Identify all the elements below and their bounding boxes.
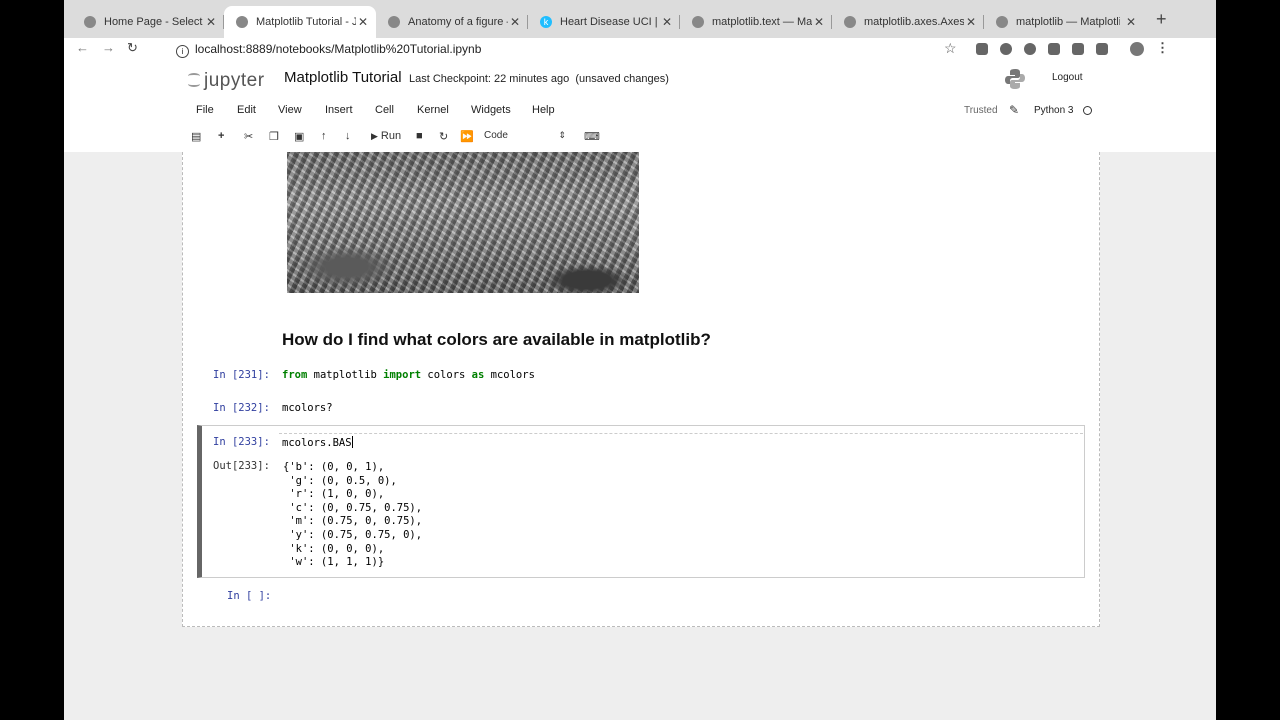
browser-window: Home Page - Select or✕ Matplotlib Tutori…: [64, 0, 1216, 720]
jupyter-logo-icon: [188, 72, 200, 87]
copy-icon[interactable]: ❐: [269, 130, 279, 143]
browser-tab[interactable]: kHeart Disease UCI | Kaggle✕: [528, 6, 680, 38]
close-tab-icon[interactable]: ✕: [1126, 15, 1136, 29]
extension-icon[interactable]: [1072, 43, 1084, 55]
bookmark-star-icon[interactable]: ☆: [944, 40, 957, 57]
menu-view[interactable]: View: [278, 104, 302, 116]
profile-avatar[interactable]: [1130, 42, 1144, 56]
python-logo-icon: [1005, 69, 1025, 89]
code-cell-input[interactable]: mcolors?: [282, 402, 333, 414]
extension-icon[interactable]: [1000, 43, 1012, 55]
markdown-heading: How do I find what colors are available …: [282, 330, 711, 349]
menu-kernel[interactable]: Kernel: [417, 104, 449, 116]
move-up-icon[interactable]: ↑: [321, 130, 327, 142]
browser-menu-icon[interactable]: ⋮: [1156, 40, 1169, 56]
page-icon: [844, 16, 856, 28]
move-down-icon[interactable]: ↓: [345, 130, 351, 142]
page-icon: [388, 16, 400, 28]
browser-tab[interactable]: Home Page - Select or✕: [72, 6, 224, 38]
insert-cell-icon[interactable]: +: [218, 130, 224, 142]
extension-icon[interactable]: [1096, 43, 1108, 55]
select-arrows-icon: ⇕: [558, 130, 566, 140]
cell-output: {'b': (0, 0, 1), 'g': (0, 0.5, 0), 'r': …: [283, 461, 422, 570]
input-prompt: In [233]:: [213, 436, 270, 448]
close-tab-icon[interactable]: ✕: [966, 15, 976, 29]
notebook-container: How do I find what colors are available …: [182, 152, 1100, 627]
close-tab-icon[interactable]: ✕: [206, 15, 216, 29]
code-cell-input[interactable]: from matplotlib import colors as mcolors: [282, 369, 535, 381]
browser-tab[interactable]: matplotlib.axes.Axes.text✕: [832, 6, 984, 38]
edit-mode-pencil-icon: ✎: [1009, 103, 1020, 117]
close-tab-icon[interactable]: ✕: [358, 15, 368, 29]
close-tab-icon[interactable]: ✕: [662, 15, 672, 29]
input-prompt: In [232]:: [213, 402, 270, 414]
output-line: {'b': (0, 0, 1),: [283, 461, 385, 473]
restart-icon[interactable]: ↻: [439, 130, 448, 143]
extension-icon[interactable]: [1048, 43, 1060, 55]
page-icon: [996, 16, 1008, 28]
empty-code-cell[interactable]: [282, 590, 1062, 603]
menu-file[interactable]: File: [196, 104, 214, 116]
address-bar: ← → ↻ i localhost:8889/notebooks/Matplotl…: [64, 38, 1216, 62]
interrupt-icon[interactable]: ■: [416, 130, 423, 142]
output-line: 'g': (0, 0.5, 0),: [283, 474, 397, 487]
output-line: 'y': (0.75, 0.75, 0),: [283, 528, 423, 541]
run-button[interactable]: ▶ Run: [371, 130, 401, 142]
menu-insert[interactable]: Insert: [325, 104, 353, 116]
menu-help[interactable]: Help: [532, 104, 555, 116]
code-cell-input-active[interactable]: mcolors.BAS: [282, 436, 353, 449]
reload-icon[interactable]: ↻: [127, 40, 138, 56]
extension-icon[interactable]: [976, 43, 988, 55]
menu-widgets[interactable]: Widgets: [471, 104, 511, 116]
close-tab-icon[interactable]: ✕: [814, 15, 824, 29]
browser-tab-active[interactable]: Matplotlib Tutorial - Jupyter✕: [224, 6, 376, 38]
output-prompt: Out[233]:: [213, 460, 270, 472]
output-image: [287, 152, 639, 293]
page-icon: [84, 16, 96, 28]
jupyter-logo[interactable]: jupyter: [188, 70, 265, 92]
input-prompt: In [ ]:: [227, 590, 272, 602]
input-prompt: In [231]:: [213, 369, 270, 381]
new-tab-icon[interactable]: +: [1156, 9, 1167, 30]
run-icon: ▶: [371, 131, 378, 141]
paste-icon[interactable]: ▣: [294, 130, 304, 143]
save-icon[interactable]: ▤: [191, 130, 201, 143]
back-icon[interactable]: ←: [76, 40, 89, 55]
tab-strip: Home Page - Select or✕ Matplotlib Tutori…: [64, 0, 1216, 38]
restart-run-all-icon[interactable]: ⏩: [460, 130, 474, 143]
browser-tab[interactable]: matplotlib — Matplotlib ✕: [984, 6, 1144, 38]
output-line: 'm': (0.75, 0, 0.75),: [283, 515, 423, 528]
output-line: 'r': (1, 0, 0),: [283, 488, 385, 501]
checkpoint-status: Last Checkpoint: 22 minutes ago (unsaved…: [409, 73, 669, 85]
cell-type-select[interactable]: Code ⇕: [484, 130, 566, 141]
output-line: 'c': (0, 0.75, 0.75),: [283, 501, 423, 514]
url-field[interactable]: i localhost:8889/notebooks/Matplotlib%20T…: [176, 42, 481, 58]
notebook-area: How do I find what colors are available …: [64, 152, 1216, 720]
output-line: 'w': (1, 1, 1)}: [283, 556, 385, 569]
keyboard-icon[interactable]: ⌨: [584, 130, 600, 143]
forward-icon[interactable]: →: [102, 40, 115, 55]
menu-edit[interactable]: Edit: [237, 104, 256, 116]
notebook-title[interactable]: Matplotlib Tutorial: [284, 69, 402, 86]
close-tab-icon[interactable]: ✕: [510, 15, 520, 29]
jupyter-header: jupyter Matplotlib Tutorial Last Checkpo…: [64, 62, 1216, 153]
output-line: 'k': (0, 0, 0),: [283, 542, 385, 555]
input-area-border: [279, 433, 1083, 435]
trusted-indicator[interactable]: Trusted: [964, 105, 998, 116]
menu-cell[interactable]: Cell: [375, 104, 394, 116]
info-icon: i: [176, 45, 189, 58]
extension-icon[interactable]: [1024, 43, 1036, 55]
page-icon: [692, 16, 704, 28]
logout-button[interactable]: Logout: [1044, 69, 1091, 86]
text-cursor: [351, 436, 353, 448]
browser-tab[interactable]: Anatomy of a figure — ✕: [376, 6, 528, 38]
browser-tab[interactable]: matplotlib.text — Matplotlib✕: [680, 6, 832, 38]
kernel-name[interactable]: Python 3: [1034, 105, 1073, 116]
page-icon: [236, 16, 248, 28]
kernel-idle-icon: [1083, 106, 1092, 115]
cut-icon[interactable]: ✂: [244, 130, 253, 143]
kaggle-icon: k: [540, 16, 552, 28]
